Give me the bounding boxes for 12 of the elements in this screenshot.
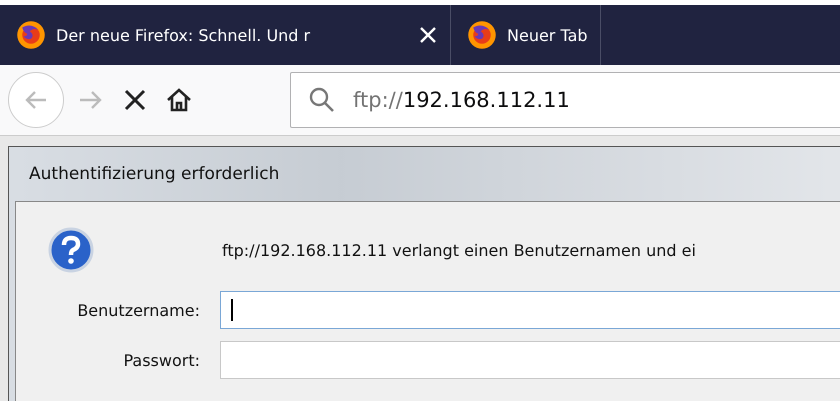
url-text: ftp://192.168.112.11 bbox=[353, 88, 570, 112]
firefox-icon bbox=[16, 20, 46, 50]
field-label: Benutzername: bbox=[76, 300, 200, 320]
firefox-icon bbox=[467, 20, 497, 50]
close-icon[interactable] bbox=[418, 25, 438, 45]
url-field[interactable]: ftp://192.168.112.11 bbox=[290, 72, 840, 128]
dialog-message: ftp://192.168.112.11 verlangt einen Benutzernamen und ei bbox=[222, 240, 696, 260]
field-label: Passwort: bbox=[122, 350, 200, 370]
input-field[interactable] bbox=[220, 341, 840, 379]
dialog-title: Authentifizierung erforderlich bbox=[28, 163, 280, 186]
input-field[interactable] bbox=[220, 291, 840, 329]
question-icon bbox=[48, 227, 94, 273]
